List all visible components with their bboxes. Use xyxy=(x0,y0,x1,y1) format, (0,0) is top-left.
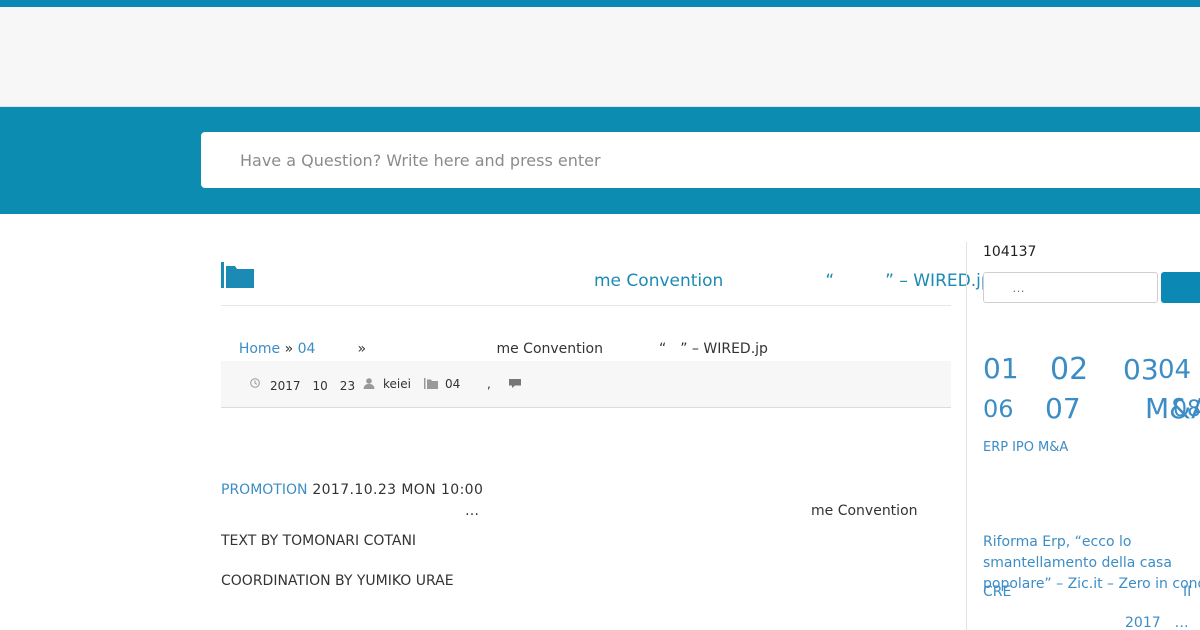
post-meta-bar: 2017 10 23 keiei 04 , xyxy=(221,361,951,408)
divider xyxy=(221,305,951,306)
tag-link[interactable]: 06 xyxy=(983,395,1014,423)
related-post-category[interactable]: CRE xyxy=(983,584,1011,600)
related-post-date: 2017 … xyxy=(1125,615,1189,630)
related-post-category[interactable]: II xyxy=(1183,584,1191,600)
breadcrumb-current: me Convention “ ” – WIRED.jp xyxy=(370,341,768,357)
tag-link[interactable]: 08 xyxy=(1173,397,1200,422)
tag-link[interactable]: 07 xyxy=(1045,392,1081,425)
breadcrumb-home-link[interactable]: Home xyxy=(239,341,280,357)
article-text-ellipsis: … xyxy=(465,503,479,519)
tag-link[interactable]: 02 xyxy=(1050,352,1088,387)
top-accent-stripe xyxy=(0,0,1200,7)
article-dateline: PROMOTION 2017.10.23 MON 10:00 xyxy=(221,482,483,498)
comment-icon[interactable] xyxy=(509,379,521,388)
search-input[interactable] xyxy=(201,132,1200,188)
promotion-link[interactable]: PROMOTION xyxy=(221,482,307,498)
post-date: 2017 10 23 xyxy=(270,379,356,393)
sidebar-search-box xyxy=(983,272,1158,303)
post-title[interactable]: me Convention “ ” – WIRED.jp xyxy=(594,266,992,291)
credit-text: TEXT BY TOMONARI COTANI xyxy=(221,533,417,549)
user-icon xyxy=(363,378,375,389)
credit-coordination: COORDINATION BY YUMIKO URAE xyxy=(221,573,454,589)
tag-link[interactable]: IPO xyxy=(1012,440,1034,455)
breadcrumb-separator: » xyxy=(315,341,371,357)
tag-link[interactable]: 01 xyxy=(983,352,1019,385)
folder-icon xyxy=(424,378,438,389)
related-post-link[interactable]: Riforma Erp, “ecco lo smantellamento del… xyxy=(983,532,1200,595)
search-band xyxy=(0,107,1200,214)
tag-link[interactable]: 04 xyxy=(1158,355,1191,385)
post-author-link[interactable]: keiei xyxy=(383,377,411,391)
sidebar-search-input[interactable] xyxy=(984,273,1157,302)
visitor-counter: 104137 xyxy=(983,244,1037,260)
site-header xyxy=(0,7,1200,107)
tag-link[interactable]: ERP xyxy=(983,440,1008,455)
sidebar: 104137 01 02 03 04 06 07 M&A 08 ERP IPO M&… xyxy=(966,242,1200,630)
breadcrumb-category-link[interactable]: 04 xyxy=(298,341,316,357)
meta-separator: , xyxy=(487,377,491,391)
tag-link[interactable]: 03 xyxy=(1123,353,1159,386)
small-tag-list: ERP IPO M&A xyxy=(983,440,1072,455)
search-box xyxy=(201,132,1200,188)
post-title-row: me Convention “ ” – WIRED.jp xyxy=(221,261,992,291)
post-category-link[interactable]: 04 xyxy=(445,377,460,391)
sidebar-search-button[interactable] xyxy=(1161,272,1200,303)
article-event-name: me Convention xyxy=(811,503,918,519)
tag-link[interactable]: M&A xyxy=(1038,440,1068,455)
breadcrumb-separator: » xyxy=(280,341,298,357)
article-date: 2017.10.23 MON 10:00 xyxy=(307,482,484,498)
folder-icon xyxy=(221,262,254,288)
clock-icon xyxy=(250,378,260,388)
